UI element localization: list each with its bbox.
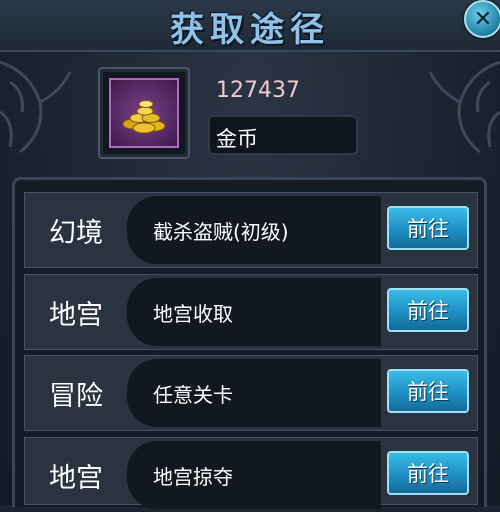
close-icon: ✕ <box>473 6 493 32</box>
go-button[interactable]: 前往 <box>387 451 469 495</box>
source-category: 地宫 <box>49 299 103 331</box>
page-title: 获取途径 <box>170 10 330 50</box>
item-icon-background <box>109 78 179 148</box>
source-row: 地宫 地宫收取 前往 <box>24 274 478 350</box>
source-description: 截杀盗贼(初级) <box>153 219 289 244</box>
source-row: 冒险 任意关卡 前往 <box>24 355 478 431</box>
source-row: 地宫 地宫掠夺 前往 <box>24 437 478 509</box>
go-button[interactable]: 前往 <box>387 369 469 413</box>
go-button[interactable]: 前往 <box>387 288 469 332</box>
source-description-box: 截杀盗贼(初级) <box>127 196 381 264</box>
item-name: 金币 <box>216 127 258 151</box>
source-description-box: 地宫掠夺 <box>127 441 381 509</box>
acquisition-panel: 获取途径 ✕ 127437 金币 幻境 截杀盗贼(初级) 前往 地宫 地宫收取 … <box>0 0 500 509</box>
source-category: 冒险 <box>49 380 103 412</box>
item-slot <box>98 67 190 159</box>
gold-coins-icon <box>122 100 166 134</box>
source-description: 地宫收取 <box>153 301 233 326</box>
source-description-box: 地宫收取 <box>127 278 381 346</box>
source-description-box: 任意关卡 <box>127 359 381 427</box>
right-ornament <box>428 60 500 154</box>
source-row: 幻境 截杀盗贼(初级) 前往 <box>24 192 478 268</box>
go-button[interactable]: 前往 <box>387 206 469 250</box>
source-category: 幻境 <box>49 217 103 249</box>
source-category: 地宫 <box>49 462 103 494</box>
close-button[interactable]: ✕ <box>464 0 500 38</box>
source-description: 任意关卡 <box>153 382 233 407</box>
item-name-box: 金币 <box>208 115 358 155</box>
source-description: 地宫掠夺 <box>153 464 233 489</box>
item-count: 127437 <box>216 78 300 103</box>
title-bar: 获取途径 <box>0 0 500 52</box>
